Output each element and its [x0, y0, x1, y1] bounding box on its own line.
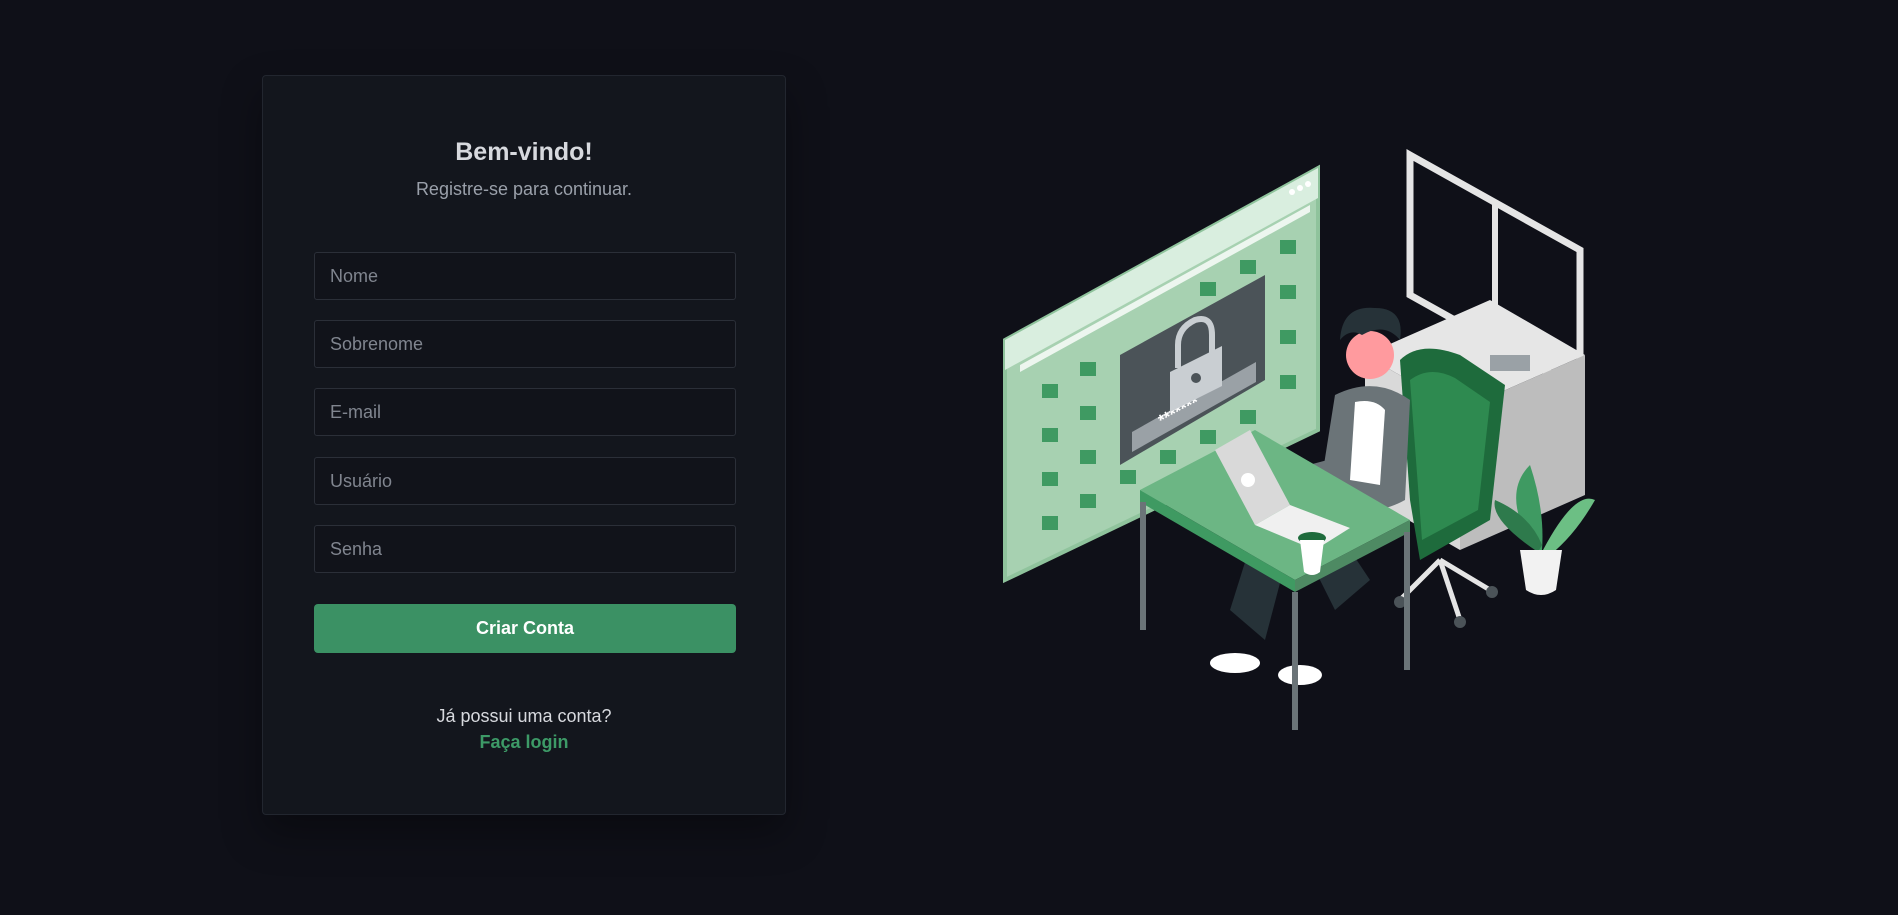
create-account-button[interactable]: Criar Conta: [314, 604, 736, 653]
username-field[interactable]: [314, 457, 736, 505]
chair-graphic: [1394, 348, 1505, 628]
first-name-field[interactable]: [314, 252, 736, 300]
email-field[interactable]: [314, 388, 736, 436]
page-title: Bem-vindo!: [455, 138, 593, 166]
password-field[interactable]: [314, 525, 736, 573]
login-prompt: Já possui uma conta?: [436, 706, 612, 726]
signup-card: Bem-vindo! Registre-se para continuar. C…: [262, 75, 786, 815]
security-illustration: *******: [1003, 149, 1595, 730]
last-name-field[interactable]: [314, 320, 736, 368]
login-link[interactable]: Faça login: [263, 732, 785, 753]
page-subtitle: Registre-se para continuar.: [415, 179, 633, 199]
